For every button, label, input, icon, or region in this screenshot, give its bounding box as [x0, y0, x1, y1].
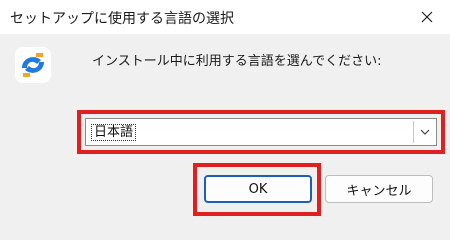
close-button[interactable]	[404, 0, 450, 34]
language-select[interactable]: 日本語	[85, 118, 437, 146]
setup-language-dialog: セットアップに使用する言語の選択 インストール中に利用する言語を選んでください:…	[0, 0, 450, 222]
language-select-value: 日本語	[91, 124, 137, 141]
instruction-text: インストール中に利用する言語を選んでください:	[92, 54, 382, 69]
installer-app-icon	[15, 47, 51, 83]
cancel-button[interactable]: キャンセル	[325, 175, 433, 203]
close-icon	[421, 11, 433, 23]
select-divider	[413, 121, 414, 143]
window-title: セットアップに使用する言語の選択	[10, 11, 234, 27]
title-bar: セットアップに使用する言語の選択	[0, 0, 450, 34]
chevron-down-icon[interactable]	[418, 125, 432, 139]
ok-button[interactable]: OK	[204, 175, 312, 203]
